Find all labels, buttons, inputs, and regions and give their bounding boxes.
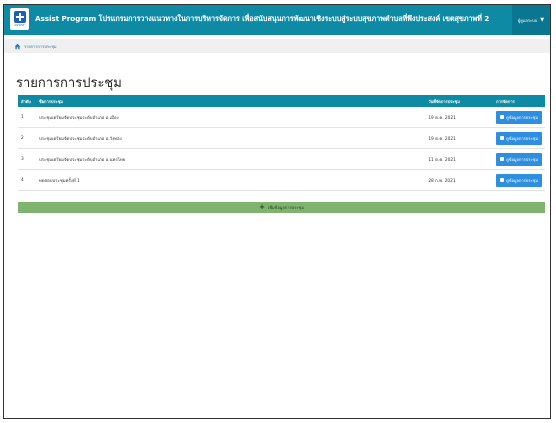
logo[interactable]: ASSIST — [10, 8, 29, 30]
meetings-table: ลำดับ ชื่อการประชุม วันที่จัดการประชุม ก… — [18, 95, 545, 191]
user-menu-button[interactable]: ผู้ดูแลระบบ ▼ — [512, 5, 550, 35]
meeting-date: 19 ต.ค. 2021 — [425, 127, 494, 149]
medical-cross-icon — [13, 11, 26, 23]
file-icon — [500, 178, 505, 182]
file-icon — [500, 115, 505, 119]
home-icon[interactable] — [14, 43, 21, 50]
actions-cell: ดูข้อมูลการประชุม — [493, 169, 545, 191]
table-row: 4 ทดสอบประชุมครั้งที่ 1 28 ก.พ. 2021 ดูข… — [18, 169, 545, 191]
breadcrumb-current[interactable]: รายการการประชุม — [24, 43, 57, 50]
view-meeting-button[interactable]: ดูข้อมูลการประชุม — [496, 152, 542, 166]
caret-down-icon: ▼ — [540, 17, 545, 23]
breadcrumb: รายการการประชุม — [4, 39, 550, 53]
actions-cell: ดูข้อมูลการประชุม — [493, 148, 545, 170]
top-navbar: ASSIST Assist Program โปรแกรมการวางแนวทา… — [4, 5, 550, 35]
file-icon — [500, 157, 505, 161]
meeting-date: 28 ก.พ. 2021 — [425, 169, 494, 191]
add-meeting-label: เพิ่มข้อมูลการประชุม — [268, 205, 304, 210]
row-number: 2 — [18, 127, 36, 149]
table-row: 3 ประชุมเตรียมจัดประชุมระดับอำเภอ อ.นครไ… — [18, 148, 545, 170]
view-meeting-button[interactable]: ดูข้อมูลการประชุม — [496, 173, 542, 187]
column-header-actions: การจัดการ — [493, 95, 545, 107]
meeting-date: 19 ต.ค. 2021 — [425, 107, 494, 128]
column-header-name: ชื่อการประชุม — [35, 95, 426, 107]
view-meeting-button[interactable]: ดูข้อมูลการประชุม — [496, 131, 542, 145]
meeting-name: ประชุมเตรียมจัดประชุมระดับอำเภอ อ.เมือง — [35, 107, 426, 128]
view-meeting-button[interactable]: ดูข้อมูลการประชุม — [496, 110, 542, 124]
row-number: 1 — [18, 107, 36, 128]
table-row: 1 ประชุมเตรียมจัดประชุมระดับอำเภอ อ.เมือ… — [18, 107, 545, 128]
file-icon — [500, 136, 505, 140]
user-label: ผู้ดูแลระบบ — [517, 17, 538, 23]
meeting-name: ทดสอบประชุมครั้งที่ 1 — [35, 169, 426, 191]
app-title: Assist Program โปรแกรมการวางแนวทางในการบ… — [35, 14, 490, 23]
meeting-date: 11 ต.ค. 2021 — [425, 148, 494, 170]
actions-cell: ดูข้อมูลการประชุม — [493, 107, 545, 128]
page-title: รายการการประชุม — [16, 76, 122, 91]
logo-text: ASSIST — [14, 23, 25, 27]
row-number: 4 — [18, 169, 36, 191]
actions-cell: ดูข้อมูลการประชุม — [493, 127, 545, 149]
plus-icon: + — [259, 203, 265, 211]
add-meeting-button[interactable]: + เพิ่มข้อมูลการประชุม — [18, 202, 545, 213]
table-row: 2 ประชุมเตรียมจัดประชุมระดับอำเภอ อ.วังท… — [18, 127, 545, 149]
meeting-name: ประชุมเตรียมจัดประชุมระดับอำเภอ อ.นครไทย — [35, 148, 426, 170]
row-number: 3 — [18, 148, 36, 170]
view-meeting-label: ดูข้อมูลการประชุม — [506, 135, 538, 141]
view-meeting-label: ดูข้อมูลการประชุม — [506, 156, 538, 162]
table-header-row: ลำดับ ชื่อการประชุม วันที่จัดการประชุม ก… — [18, 95, 545, 107]
view-meeting-label: ดูข้อมูลการประชุม — [506, 177, 538, 183]
app-window: ASSIST Assist Program โปรแกรมการวางแนวทา… — [3, 4, 551, 419]
column-header-no: ลำดับ — [18, 95, 36, 107]
meeting-name: ประชุมเตรียมจัดประชุมระดับอำเภอ อ.วังทอง — [35, 127, 426, 149]
column-header-date: วันที่จัดการประชุม — [425, 95, 494, 107]
view-meeting-label: ดูข้อมูลการประชุม — [506, 114, 538, 120]
